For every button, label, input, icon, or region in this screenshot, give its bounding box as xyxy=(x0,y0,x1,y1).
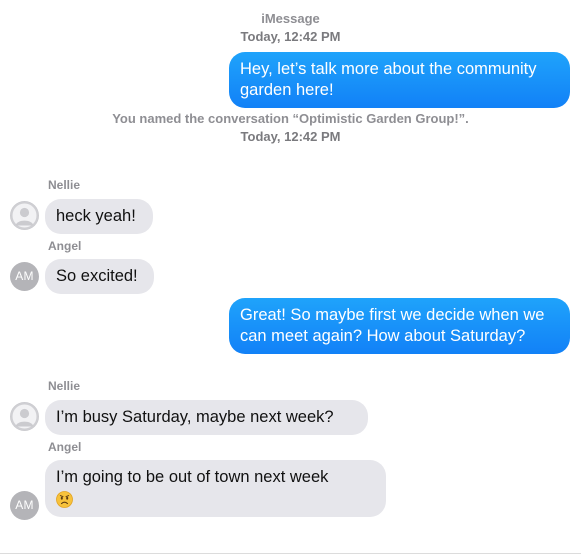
sender-name: Angel xyxy=(48,440,82,454)
person-silhouette-icon[interactable] xyxy=(10,402,39,431)
message-text: Great! So maybe first we decide when we … xyxy=(240,306,545,345)
incoming-message-bubble[interactable]: I’m going to be out of town next week xyxy=(45,460,386,517)
system-event: You named the conversation “Optimistic G… xyxy=(0,110,581,146)
message-text: I’m going to be out of town next week xyxy=(56,468,329,486)
sender-name: Nellie xyxy=(48,379,81,393)
message-text: heck yeah! xyxy=(56,207,136,225)
incoming-message-bubble[interactable]: I’m busy Saturday, maybe next week? xyxy=(45,400,368,435)
incoming-message-bubble[interactable]: heck yeah! xyxy=(45,199,153,234)
message-text: I’m busy Saturday, maybe next week? xyxy=(56,408,334,426)
message-text: Hey, let’s talk more about the community… xyxy=(240,60,537,99)
conversation-header: iMessage Today, 12:42 PM xyxy=(0,10,581,46)
incoming-message-bubble[interactable]: So excited! xyxy=(45,259,154,294)
worried-face-emoji xyxy=(56,491,73,509)
service-label: iMessage xyxy=(261,11,320,26)
sender-name: Nellie xyxy=(48,178,81,192)
outgoing-message-bubble[interactable]: Hey, let’s talk more about the community… xyxy=(229,52,576,108)
person-silhouette-icon[interactable] xyxy=(10,201,39,230)
sender-name: Angel xyxy=(48,239,82,253)
outgoing-message-bubble[interactable]: Great! So maybe first we decide when we … xyxy=(229,298,576,354)
divider xyxy=(0,553,581,554)
avatar[interactable]: AM xyxy=(10,262,39,291)
timestamp: Today, 12:42 PM xyxy=(240,129,341,144)
timestamp: Today, 12:42 PM xyxy=(240,29,341,44)
message-text: So excited! xyxy=(56,267,138,285)
avatar[interactable]: AM xyxy=(10,491,39,520)
system-event-text: You named the conversation “Optimistic G… xyxy=(112,111,469,126)
